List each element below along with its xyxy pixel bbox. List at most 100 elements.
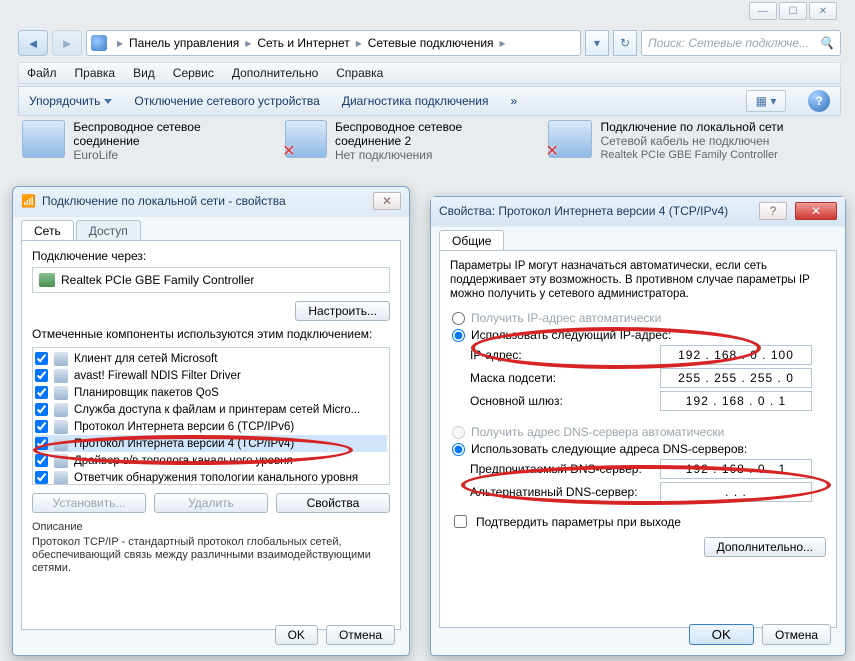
component-icon	[54, 369, 68, 383]
intro-text: Параметры IP могут назначаться автоматич…	[450, 259, 826, 301]
window-close-button[interactable]: ✕	[809, 2, 837, 20]
component-icon	[54, 454, 68, 468]
network-icon: 📶	[21, 194, 36, 208]
tab-network[interactable]: Сеть	[21, 220, 74, 241]
cancel-button[interactable]: Отмена	[762, 624, 831, 645]
history-dropdown-button[interactable]: ▾	[585, 30, 609, 56]
tab-general[interactable]: Общие	[439, 230, 504, 251]
menu-help[interactable]: Справка	[336, 66, 383, 80]
field-dns1-label: Предпочитаемый DNS-сервер:	[470, 462, 660, 476]
tab-access[interactable]: Доступ	[76, 220, 141, 241]
search-input[interactable]: Поиск: Сетевые подключе... 🔍	[641, 30, 841, 56]
component-item[interactable]: Планировщик пакетов QoS	[35, 384, 387, 401]
configure-button[interactable]: Настроить...	[295, 301, 390, 321]
wifi-icon	[22, 120, 65, 158]
ok-button[interactable]: OK	[689, 624, 754, 645]
menu-edit[interactable]: Правка	[75, 66, 116, 80]
field-dns2-label: Альтернативный DNS-сервер:	[470, 485, 660, 499]
field-gateway-label: Основной шлюз:	[470, 394, 660, 408]
dialog-title: Свойства: Протокол Интернета версии 4 (T…	[439, 204, 728, 218]
toolbar-diagnostics[interactable]: Диагностика подключения	[342, 94, 489, 108]
component-item[interactable]: Протокол Интернета версии 6 (TCP/IPv6)	[35, 418, 387, 435]
component-checkbox[interactable]	[35, 454, 48, 467]
component-checkbox[interactable]	[35, 369, 48, 382]
radio-manual-dns[interactable]	[452, 443, 465, 456]
properties-button[interactable]: Свойства	[276, 493, 390, 513]
field-ip-input[interactable]: 192 . 168 . 0 . 100	[660, 345, 812, 365]
dialog-close-button[interactable]: ✕	[373, 192, 401, 210]
component-item[interactable]: Ответчик обнаружения топологии канальног…	[35, 469, 387, 485]
component-item[interactable]: Служба доступа к файлам и принтерам сете…	[35, 401, 387, 418]
confirm-on-exit-checkbox[interactable]	[454, 515, 467, 528]
window-minimize-button[interactable]: —	[749, 2, 777, 20]
toolbar-disable-device[interactable]: Отключение сетевого устройства	[134, 94, 319, 108]
field-mask-label: Маска подсети:	[470, 371, 660, 385]
component-label: Протокол Интернета версии 4 (TCP/IPv4)	[74, 438, 294, 450]
view-mode-button[interactable]: ▦ ▾	[746, 90, 786, 112]
radio-auto-ip[interactable]	[452, 312, 465, 325]
breadcrumb[interactable]: ▸ Панель управления ▸ Сеть и Интернет ▸ …	[86, 30, 581, 56]
menu-service[interactable]: Сервис	[173, 66, 214, 80]
component-label: Планировщик пакетов QoS	[74, 387, 219, 399]
component-checkbox[interactable]	[35, 352, 48, 365]
window-maximize-button[interactable]: ☐	[779, 2, 807, 20]
radio-manual-ip-label: Использовать следующий IP-адрес:	[471, 328, 671, 342]
advanced-button[interactable]: Дополнительно...	[704, 537, 826, 557]
dialog-help-button[interactable]: ?	[759, 202, 787, 220]
component-checkbox[interactable]	[35, 386, 48, 399]
refresh-button[interactable]: ↻	[613, 30, 637, 56]
field-dns1-input[interactable]: 192 . 168 . 0 . 1	[660, 459, 812, 479]
connection-item-selected[interactable]: Подключение по локальной сети Сетевой ка…	[548, 120, 837, 162]
component-checkbox[interactable]	[35, 437, 48, 450]
component-item-selected[interactable]: Протокол Интернета версии 4 (TCP/IPv4)	[35, 435, 387, 452]
toolbar-arrange[interactable]: Упорядочить	[29, 94, 112, 108]
ok-button[interactable]: OK	[275, 625, 318, 645]
ethernet-icon	[548, 120, 592, 158]
component-item[interactable]: Клиент для сетей Microsoft	[35, 350, 387, 367]
component-label: avast! Firewall NDIS Filter Driver	[74, 370, 241, 382]
connection-item[interactable]: Беспроводное сетевое соединение EuroLife	[22, 120, 267, 162]
field-gateway-input[interactable]: 192 . 168 . 0 . 1	[660, 391, 812, 411]
wifi-disabled-icon	[285, 120, 327, 158]
toolbar-overflow[interactable]: »	[511, 94, 518, 108]
component-icon	[54, 352, 68, 366]
radio-manual-dns-label: Использовать следующие адреса DNS-сервер…	[471, 442, 747, 456]
component-checkbox[interactable]	[35, 471, 48, 484]
field-mask-input[interactable]: 255 . 255 . 255 . 0	[660, 368, 812, 388]
description-label: Описание	[32, 521, 390, 534]
field-dns2-input[interactable]: . . .	[660, 482, 812, 502]
install-button[interactable]: Установить...	[32, 493, 146, 513]
component-item[interactable]: Драйвер в/в тополога канального уровня	[35, 452, 387, 469]
component-checkbox[interactable]	[35, 403, 48, 416]
help-button[interactable]: ?	[808, 90, 830, 112]
cancel-button[interactable]: Отмена	[326, 625, 395, 645]
confirm-on-exit-label: Подтвердить параметры при выходе	[476, 515, 681, 529]
adapter-icon	[39, 273, 55, 287]
components-list[interactable]: Клиент для сетей Microsoft avast! Firewa…	[32, 347, 390, 485]
search-icon: 🔍	[819, 36, 834, 50]
nav-back-button[interactable]: ◄	[18, 30, 48, 56]
dialog-title: Подключение по локальной сети - свойства	[42, 194, 286, 208]
breadcrumb-item[interactable]: Панель управления	[129, 36, 239, 50]
uninstall-button[interactable]: Удалить	[154, 493, 268, 513]
breadcrumb-item[interactable]: Сетевые подключения	[368, 36, 494, 50]
menu-file[interactable]: Файл	[27, 66, 57, 80]
component-item[interactable]: avast! Firewall NDIS Filter Driver	[35, 367, 387, 384]
menu-view[interactable]: Вид	[133, 66, 155, 80]
connection-title: Беспроводное сетевое соединение	[73, 120, 267, 148]
menu-extra[interactable]: Дополнительно	[232, 66, 318, 80]
component-icon	[54, 386, 68, 400]
connection-properties-dialog: 📶 Подключение по локальной сети - свойст…	[12, 186, 410, 656]
connection-item[interactable]: Беспроводное сетевое соединение 2 Нет по…	[285, 120, 530, 162]
nav-forward-button[interactable]: ►	[52, 30, 82, 56]
radio-manual-ip[interactable]	[452, 329, 465, 342]
component-checkbox[interactable]	[35, 420, 48, 433]
connection-sub: Нет подключения	[335, 148, 531, 162]
search-placeholder: Поиск: Сетевые подключе...	[648, 36, 809, 50]
breadcrumb-item[interactable]: Сеть и Интернет	[257, 36, 349, 50]
component-label: Служба доступа к файлам и принтерам сете…	[74, 404, 360, 416]
description-text: Протокол TCP/IP - стандартный протокол г…	[32, 536, 390, 575]
menu-bar: Файл Правка Вид Сервис Дополнительно Спр…	[18, 62, 841, 84]
dialog-close-button[interactable]: ✕	[795, 202, 837, 220]
component-icon	[54, 403, 68, 417]
